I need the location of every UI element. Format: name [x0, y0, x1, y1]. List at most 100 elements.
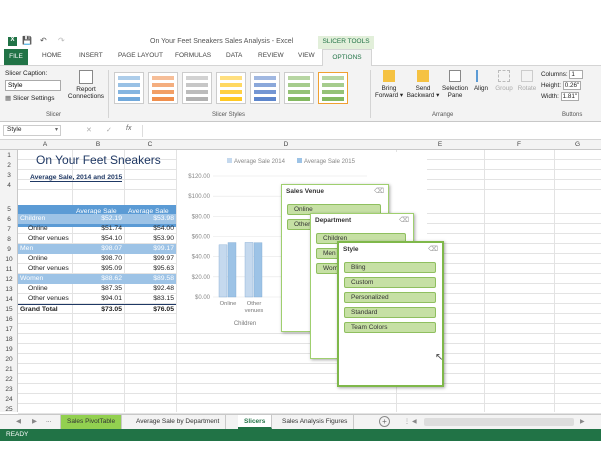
- pivot-value-2015[interactable]: $76.05: [124, 306, 174, 313]
- slicer-style-swatch[interactable]: [182, 72, 212, 104]
- columns-input[interactable]: 1: [569, 70, 584, 79]
- pivot-value-2014[interactable]: $95.09: [72, 265, 122, 272]
- row-header[interactable]: 13: [0, 286, 18, 293]
- pivot-value-2014[interactable]: $87.35: [72, 285, 122, 292]
- height-input[interactable]: 0.26": [562, 81, 581, 90]
- row-header[interactable]: 17: [0, 326, 18, 333]
- pivot-value-2014[interactable]: $51.74: [72, 225, 122, 232]
- pivot-value-2015[interactable]: $53.90: [124, 235, 174, 242]
- column-header-b[interactable]: B: [72, 141, 124, 148]
- slicer-styles-gallery[interactable]: [114, 72, 354, 106]
- slicer-item-custom[interactable]: Custom: [344, 277, 436, 288]
- pivot-value-2015[interactable]: $89.58: [124, 275, 174, 282]
- pivot-value-2014[interactable]: $88.62: [72, 275, 122, 282]
- row-header[interactable]: 18: [0, 336, 18, 343]
- row-header[interactable]: 10: [0, 256, 18, 263]
- slicer-style[interactable]: Style ⌫ Bling Custom Personalized Standa…: [337, 241, 444, 387]
- column-header-a[interactable]: A: [18, 141, 72, 148]
- sheet-tab-sales-pivottable[interactable]: Sales PivotTable: [60, 415, 123, 429]
- save-icon[interactable]: 💾: [22, 36, 32, 45]
- send-backward-button[interactable]: Send Backward ▾: [406, 70, 440, 99]
- column-header-d[interactable]: D: [176, 141, 396, 148]
- row-header[interactable]: 5: [0, 206, 18, 213]
- sheet-subtitle[interactable]: Average Sale, 2014 and 2015: [30, 174, 123, 182]
- column-header-e[interactable]: E: [396, 141, 484, 148]
- clear-filter-icon[interactable]: ⌫: [399, 216, 409, 224]
- row-header[interactable]: 7: [0, 226, 18, 233]
- row-header[interactable]: 4: [0, 182, 18, 189]
- pivot-value-2015[interactable]: $83.15: [124, 295, 174, 302]
- sheet-tab-sales-analysis-figures[interactable]: Sales Analysis Figures: [276, 415, 355, 429]
- row-header[interactable]: 25: [0, 406, 18, 413]
- undo-icon[interactable]: ↶: [40, 36, 47, 45]
- align-button[interactable]: Align: [470, 70, 492, 92]
- tabs-split-icon[interactable]: ⋮: [404, 418, 410, 425]
- pivot-value-2014[interactable]: $94.01: [72, 295, 122, 302]
- pivot-value-2014[interactable]: $98.70: [72, 255, 122, 262]
- slicer-item-personalized[interactable]: Personalized: [344, 292, 436, 303]
- pivot-row-label[interactable]: Men: [20, 245, 80, 252]
- row-header[interactable]: 1: [0, 152, 18, 159]
- tab-review[interactable]: REVIEW: [258, 52, 284, 59]
- sheet-tab-slicers[interactable]: Slicers: [238, 415, 273, 429]
- sheet-title[interactable]: On Your Feet Sneakers: [36, 153, 161, 167]
- row-header[interactable]: 15: [0, 306, 18, 313]
- pivot-value-2015[interactable]: $99.17: [124, 245, 174, 252]
- group-button[interactable]: Group: [492, 70, 516, 92]
- slicer-style-swatch[interactable]: [250, 72, 280, 104]
- clear-filter-icon[interactable]: ⌫: [374, 187, 384, 195]
- column-header-g[interactable]: G: [554, 141, 601, 148]
- row-header[interactable]: 14: [0, 296, 18, 303]
- tab-insert[interactable]: INSERT: [79, 52, 103, 59]
- slicer-item-team-colors[interactable]: Team Colors: [344, 322, 436, 333]
- row-header[interactable]: 6: [0, 216, 18, 223]
- pivot-value-2015[interactable]: $92.48: [124, 285, 174, 292]
- tab-file[interactable]: FILE: [4, 49, 28, 65]
- redo-icon[interactable]: ↷: [58, 36, 65, 45]
- name-box-dropdown-icon[interactable]: ▾: [55, 126, 58, 133]
- scroll-right-icon[interactable]: ▶: [32, 417, 37, 425]
- tab-data[interactable]: DATA: [226, 52, 242, 59]
- pivot-value-2014[interactable]: $54.10: [72, 235, 122, 242]
- column-header-c[interactable]: C: [124, 141, 176, 148]
- insert-function-icon[interactable]: fx: [126, 125, 131, 132]
- tab-page-layout[interactable]: PAGE LAYOUT: [118, 52, 163, 59]
- pivot-value-2014[interactable]: $73.05: [72, 306, 122, 313]
- scroll-left-icon[interactable]: ◀: [16, 417, 21, 425]
- scroll-left-arrow-icon[interactable]: ◀: [412, 418, 417, 425]
- bring-forward-button[interactable]: Bring Forward ▾: [374, 70, 404, 99]
- row-header[interactable]: 12: [0, 276, 18, 283]
- more-sheets-icon[interactable]: ...: [46, 417, 51, 424]
- pivot-value-2015[interactable]: $95.63: [124, 265, 174, 272]
- tab-formulas[interactable]: FORMULAS: [175, 52, 211, 59]
- report-connections-button[interactable]: Report Connections: [66, 70, 106, 108]
- scroll-right-arrow-icon[interactable]: ▶: [580, 418, 585, 425]
- row-header[interactable]: 24: [0, 396, 18, 403]
- row-header[interactable]: 2: [0, 162, 18, 169]
- slicer-style-swatch[interactable]: [318, 72, 348, 104]
- slicer-style-swatch[interactable]: [114, 72, 144, 104]
- horizontal-scrollbar[interactable]: [424, 418, 574, 426]
- sheet-tab-average-sale-by-department[interactable]: Average Sale by Department: [130, 415, 227, 429]
- tab-home[interactable]: HOME: [42, 52, 62, 59]
- selection-pane-button[interactable]: Selection Pane: [442, 70, 468, 99]
- row-header[interactable]: 19: [0, 346, 18, 353]
- pivot-value-2015[interactable]: $99.97: [124, 255, 174, 262]
- row-header[interactable]: 11: [0, 266, 18, 273]
- pivot-value-2014[interactable]: $52.19: [72, 215, 122, 222]
- pivot-value-2014[interactable]: $98.07: [72, 245, 122, 252]
- name-box[interactable]: Style: [3, 125, 61, 136]
- slicer-item-standard[interactable]: Standard: [344, 307, 436, 318]
- row-header[interactable]: 8: [0, 236, 18, 243]
- slicer-style-swatch[interactable]: [284, 72, 314, 104]
- slicer-item-bling[interactable]: Bling: [344, 262, 436, 273]
- width-input[interactable]: 1.81": [560, 92, 579, 101]
- tab-view[interactable]: VIEW: [298, 52, 315, 59]
- pivot-value-2015[interactable]: $53.98: [124, 215, 174, 222]
- column-header-f[interactable]: F: [484, 141, 554, 148]
- formula-input[interactable]: [142, 125, 592, 137]
- row-header[interactable]: 21: [0, 366, 18, 373]
- pivot-value-2015[interactable]: $54.00: [124, 225, 174, 232]
- rotate-button[interactable]: Rotate: [516, 70, 538, 92]
- row-header[interactable]: 9: [0, 246, 18, 253]
